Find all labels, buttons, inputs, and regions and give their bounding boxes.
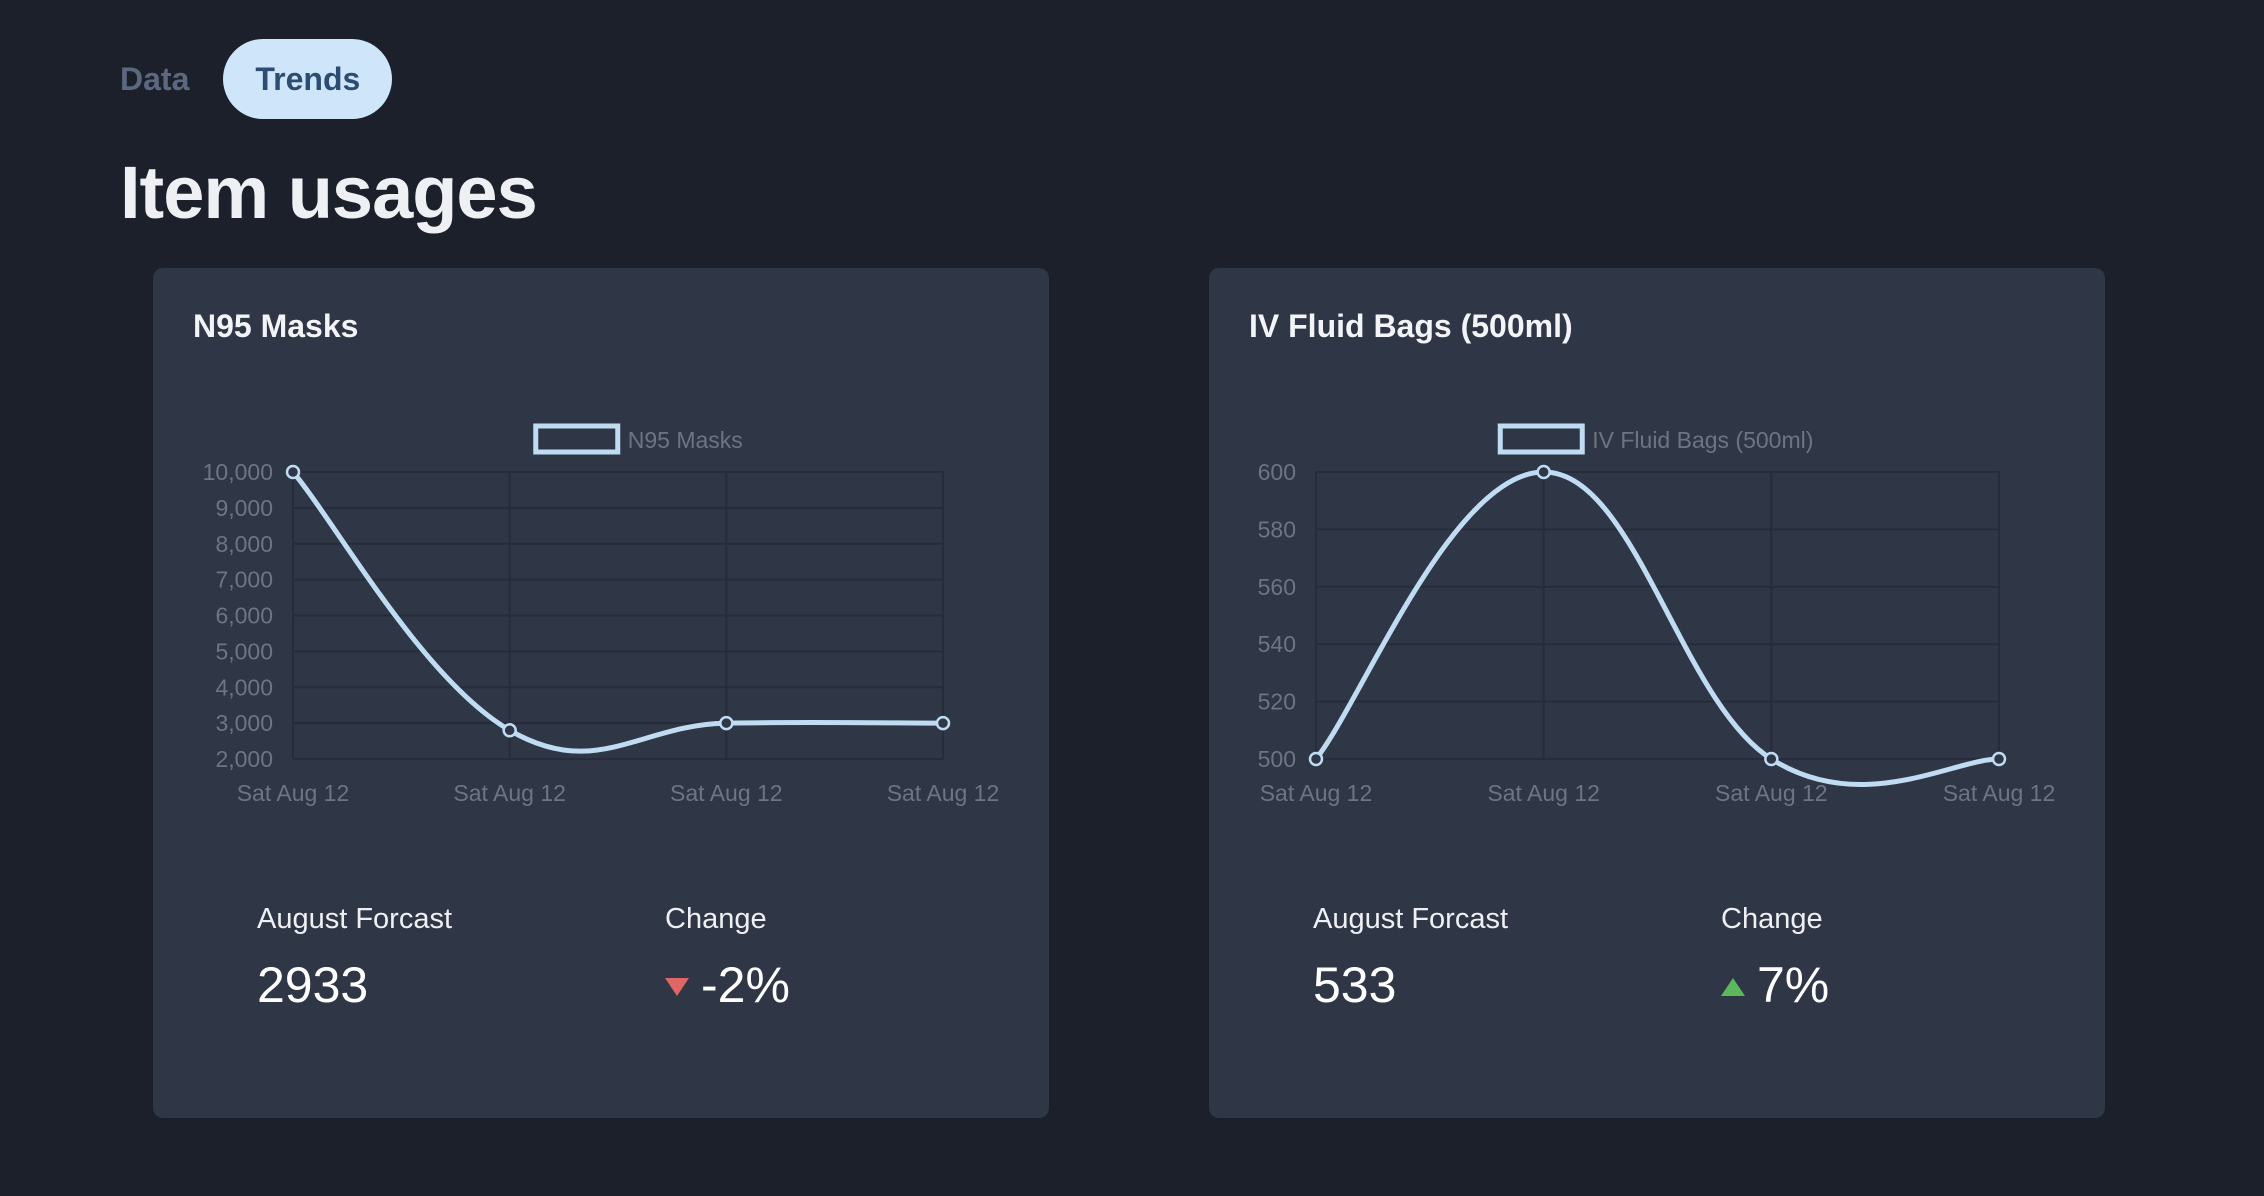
- x-tick-label: Sat Aug 12: [453, 780, 566, 806]
- data-point: [1308, 751, 1324, 767]
- usage-card-iv-fluid-bags: IV Fluid Bags (500ml) 500 520 540 560 580 600…: [1209, 268, 2105, 1118]
- legend-swatch: [533, 423, 621, 455]
- data-point: [285, 464, 301, 480]
- data-point: [1991, 751, 2007, 767]
- view-tabs: Data Trends: [100, 39, 393, 119]
- y-tick-label: 540: [1258, 631, 1296, 657]
- y-tick-label: 2,000: [215, 746, 273, 772]
- tab-trends[interactable]: Trends: [223, 39, 393, 119]
- forecast-label: August Forcast: [257, 903, 453, 935]
- usage-line-chart: 500 520 540 560 580 600 Sat Aug 12 Sat Aug 12 Sa…: [1258, 423, 2056, 806]
- y-tick-label: 6,000: [215, 603, 273, 629]
- y-tick-label: 500: [1258, 746, 1296, 772]
- change-label: Change: [665, 903, 767, 935]
- x-tick-label: Sat Aug 12: [237, 780, 350, 806]
- legend-swatch: [1497, 423, 1585, 455]
- change-stat: Change -2%: [665, 903, 790, 1014]
- data-point: [502, 723, 517, 738]
- change-label: Change: [1721, 903, 1823, 935]
- card-title: IV Fluid Bags (500ml): [1249, 308, 1573, 344]
- trend-up-icon: [1721, 978, 1745, 996]
- legend-label: IV Fluid Bags (500ml): [1592, 427, 1813, 453]
- x-tick-label: Sat Aug 12: [1715, 780, 1828, 806]
- change-stat: Change 7%: [1721, 903, 1829, 1014]
- forecast-label: August Forcast: [1313, 903, 1509, 935]
- y-tick-label: 5,000: [215, 638, 273, 664]
- y-tick-label: 9,000: [215, 495, 273, 521]
- data-point: [1764, 751, 1779, 767]
- forecast-stat: August Forcast 533: [1313, 903, 1508, 1014]
- x-tick-label: Sat Aug 12: [1943, 780, 2056, 806]
- forecast-value: 2933: [257, 957, 369, 1013]
- y-tick-label: 8,000: [215, 531, 273, 557]
- card-title: N95 Masks: [193, 308, 359, 344]
- usage-line-chart: 2,000 3,000 4,000 5,000 6,000 7,000 8,000 9,000…: [203, 423, 1000, 806]
- x-tick-label: Sat Aug 12: [670, 780, 783, 806]
- x-tick-label: Sat Aug 12: [887, 780, 1000, 806]
- forecast-stat: August Forcast 2933: [257, 903, 452, 1014]
- tab-data[interactable]: Data: [100, 39, 209, 119]
- y-tick-label: 10,000: [203, 459, 273, 485]
- page-title: Item usages: [120, 151, 538, 234]
- data-point: [1536, 464, 1551, 480]
- y-tick-label: 560: [1258, 574, 1296, 600]
- change-value: 7%: [1757, 957, 1830, 1013]
- trend-down-icon: [665, 978, 689, 996]
- data-point: [719, 715, 734, 731]
- forecast-value: 533: [1313, 957, 1397, 1013]
- x-tick-label: Sat Aug 12: [1260, 780, 1373, 806]
- chart-legend: N95 Masks: [533, 423, 743, 455]
- x-tick-label: Sat Aug 12: [1487, 780, 1600, 806]
- y-tick-label: 600: [1258, 459, 1296, 485]
- change-value: -2%: [701, 957, 790, 1013]
- y-tick-label: 520: [1258, 689, 1296, 715]
- usage-card-n95-masks: N95 Masks 2,000 3,000 4,000 5,000 6,000 7,000…: [153, 268, 1049, 1118]
- series-line: [290, 469, 946, 754]
- y-tick-label: 580: [1258, 516, 1296, 542]
- y-tick-label: 7,000: [215, 567, 273, 593]
- chart-legend: IV Fluid Bags (500ml): [1497, 423, 1813, 455]
- legend-label: N95 Masks: [628, 427, 743, 453]
- y-tick-label: 3,000: [215, 710, 273, 736]
- data-point: [935, 715, 951, 731]
- series-line: [1313, 469, 2002, 787]
- y-tick-label: 4,000: [215, 674, 273, 700]
